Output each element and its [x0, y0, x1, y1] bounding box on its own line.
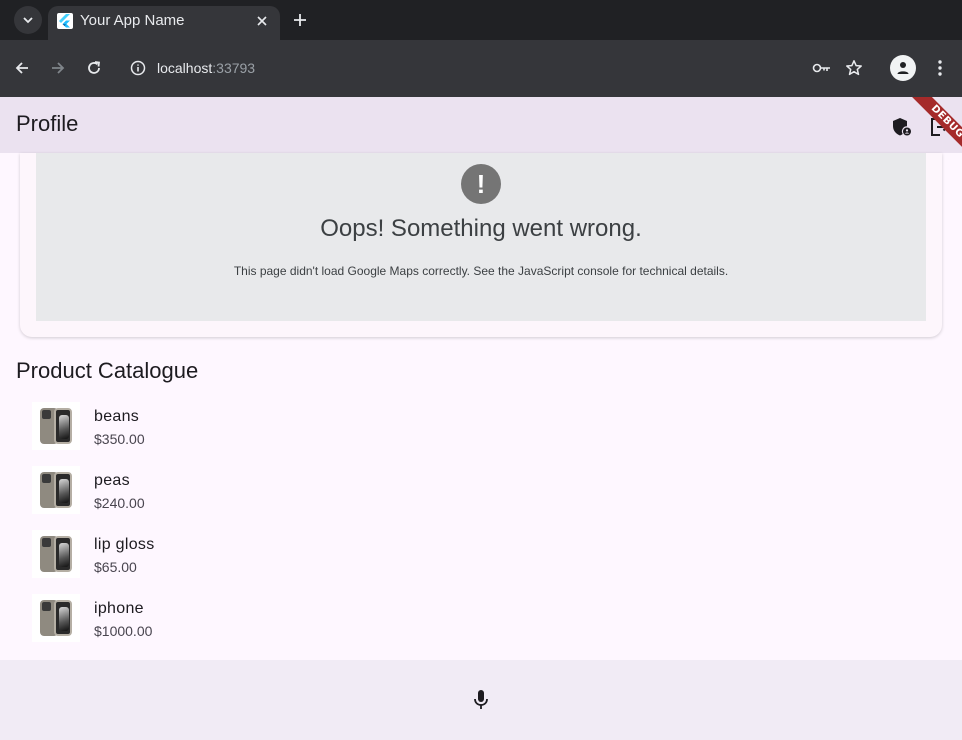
product-image	[32, 466, 80, 514]
app-bar: Profile	[0, 97, 962, 153]
site-info-button[interactable]	[126, 56, 150, 80]
product-image	[32, 402, 80, 450]
product-price: $350.00	[94, 431, 145, 447]
profile-button[interactable]	[890, 55, 916, 81]
chevron-down-icon	[23, 17, 33, 24]
product-price: $65.00	[94, 559, 137, 575]
product-price: $1000.00	[94, 623, 153, 639]
catalogue-title: Product Catalogue	[16, 358, 199, 383]
product-image	[32, 530, 80, 578]
page-title: Profile	[16, 111, 79, 136]
arrow-left-icon	[15, 62, 28, 74]
tab-search-button[interactable]	[14, 6, 42, 34]
admin-button[interactable]	[890, 116, 912, 138]
product-name: lip gloss	[94, 536, 155, 553]
star-icon	[846, 60, 862, 76]
info-icon	[130, 60, 146, 76]
reload-button[interactable]	[82, 56, 106, 80]
error-icon: !	[461, 164, 501, 204]
tab-close-button[interactable]	[252, 11, 272, 31]
bookmark-button[interactable]	[842, 56, 866, 80]
product-item[interactable]: lip gloss $65.00	[0, 526, 962, 590]
back-button[interactable]	[10, 56, 34, 80]
map-error-message: This page didn't load Google Maps correc…	[233, 264, 729, 278]
browser-menu-button[interactable]	[928, 56, 952, 80]
url-host: localhost	[157, 60, 213, 76]
product-name: iphone	[94, 600, 144, 617]
flutter-icon	[57, 13, 73, 29]
microphone-icon	[474, 690, 488, 709]
product-item[interactable]: iphone $1000.00	[0, 590, 962, 654]
product-price: $240.00	[94, 495, 145, 511]
plus-icon	[294, 14, 306, 26]
arrow-right-icon	[52, 62, 65, 74]
browser-toolbar: localhost:33793	[0, 40, 962, 97]
browser-tabstrip: Your App Name	[0, 0, 962, 40]
address-bar[interactable]: localhost:33793	[157, 60, 255, 76]
shield-icon	[893, 118, 911, 136]
product-name: peas	[94, 472, 130, 489]
url-port: :33793	[212, 60, 256, 76]
mic-button[interactable]	[469, 688, 493, 712]
kebab-menu-icon	[938, 60, 942, 76]
logout-icon	[931, 118, 949, 136]
product-item[interactable]: beans $350.00	[0, 398, 962, 462]
logout-button[interactable]	[928, 116, 950, 138]
tab-title: Your App Name	[80, 12, 185, 29]
product-image	[32, 594, 80, 642]
person-icon	[897, 62, 909, 74]
map-error-title: Oops! Something went wrong.	[320, 215, 642, 242]
new-tab-button[interactable]	[288, 8, 312, 32]
product-list: beans $350.00 peas $240.00 lip gloss $65…	[0, 398, 962, 654]
product-item[interactable]: peas $240.00	[0, 462, 962, 526]
reload-icon	[88, 61, 101, 74]
key-icon	[812, 63, 830, 73]
close-icon	[257, 16, 267, 26]
forward-button[interactable]	[46, 56, 70, 80]
password-button[interactable]	[810, 56, 834, 80]
browser-tab[interactable]: Your App Name	[48, 6, 280, 40]
product-name: beans	[94, 408, 140, 425]
